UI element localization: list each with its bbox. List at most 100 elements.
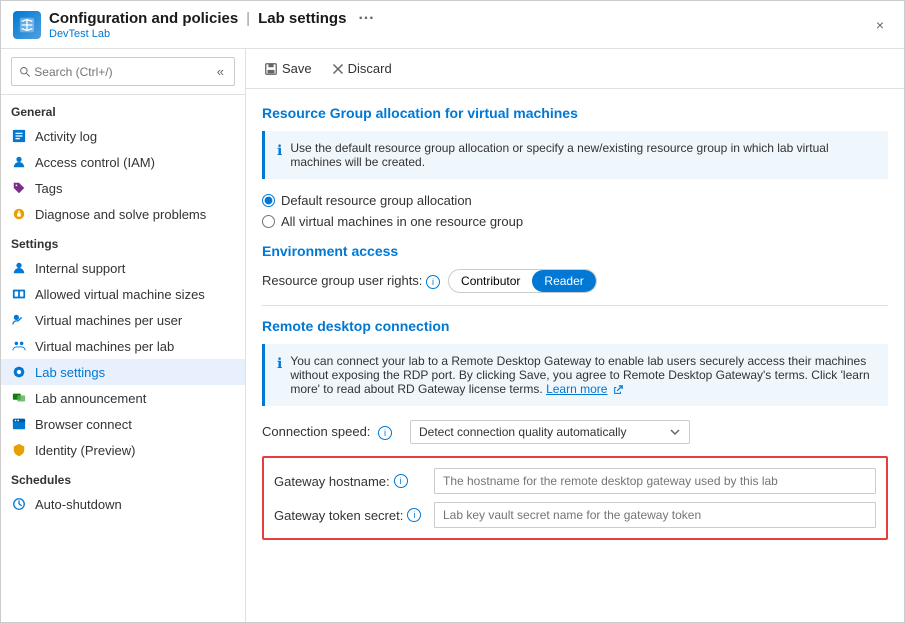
save-button[interactable]: Save <box>262 57 314 80</box>
auto-shutdown-icon <box>11 496 27 512</box>
gateway-token-label: Gateway token secret: i <box>274 508 424 523</box>
lab-settings-icon <box>11 364 27 380</box>
remote-desktop-info: ℹ You can connect your lab to a Remote D… <box>262 344 888 406</box>
sidebar-section-settings: Settings <box>1 227 245 255</box>
rights-info-icon[interactable]: i <box>426 275 440 289</box>
sidebar-label-access-control: Access control (IAM) <box>35 155 155 170</box>
internal-support-icon <box>11 260 27 276</box>
more-options-icon[interactable]: ··· <box>358 10 374 28</box>
radio-all-vms[interactable]: All virtual machines in one resource gro… <box>262 214 888 229</box>
search-icon <box>20 66 30 78</box>
radio-all-vms-input[interactable] <box>262 215 275 228</box>
sidebar-label-identity: Identity (Preview) <box>35 443 135 458</box>
save-icon <box>264 62 278 76</box>
title-separator: | <box>246 10 250 27</box>
section-divider <box>262 305 888 306</box>
content-area: Save Discard Resource Group allocation f… <box>246 49 904 622</box>
access-control-icon <box>11 154 27 170</box>
sidebar-item-identity[interactable]: Identity (Preview) <box>1 437 245 463</box>
sidebar-item-tags[interactable]: Tags <box>1 175 245 201</box>
page-title: Configuration and policies <box>49 10 238 27</box>
resource-group-rights-label: Resource group user rights: i <box>262 273 440 289</box>
sidebar-item-diagnose[interactable]: Diagnose and solve problems <box>1 201 245 227</box>
remote-info-text: You can connect your lab to a Remote Des… <box>290 354 876 396</box>
activity-log-icon <box>11 128 27 144</box>
sidebar-item-activity-log[interactable]: Activity log <box>1 123 245 149</box>
connection-speed-label: Connection speed: i <box>262 424 402 440</box>
radio-group-resource: Default resource group allocation All vi… <box>262 193 888 229</box>
browser-connect-icon <box>11 416 27 432</box>
close-button[interactable]: × <box>868 13 892 37</box>
page-content: Resource Group allocation for virtual ma… <box>246 89 904 622</box>
connection-speed-dropdown[interactable]: Detect connection quality automatically <box>410 420 690 444</box>
resource-group-title: Resource Group allocation for virtual ma… <box>262 105 888 121</box>
vms-per-lab-icon <box>11 338 27 354</box>
discard-button[interactable]: Discard <box>330 57 394 80</box>
connection-speed-value: Detect connection quality automatically <box>419 425 626 439</box>
radio-default-input[interactable] <box>262 194 275 207</box>
sidebar-item-vms-per-user[interactable]: Virtual machines per user <box>1 307 245 333</box>
vms-per-user-icon <box>11 312 27 328</box>
sidebar-label-lab-settings: Lab settings <box>35 365 105 380</box>
title-text-group: Configuration and policies | Lab setting… <box>49 10 374 40</box>
sidebar-item-internal-support[interactable]: Internal support <box>1 255 245 281</box>
sidebar-item-access-control[interactable]: Access control (IAM) <box>1 149 245 175</box>
sidebar: « General Activity log Access control (I <box>1 49 246 622</box>
vm-sizes-icon <box>11 286 27 302</box>
identity-icon <box>11 442 27 458</box>
toggle-reader[interactable]: Reader <box>532 270 595 292</box>
sidebar-label-activity-log: Activity log <box>35 129 97 144</box>
discard-icon <box>332 63 344 75</box>
search-wrap[interactable]: « <box>11 57 235 86</box>
sidebar-item-lab-announcement[interactable]: Lab announcement <box>1 385 245 411</box>
radio-all-vms-label: All virtual machines in one resource gro… <box>281 214 523 229</box>
collapse-sidebar-button[interactable]: « <box>215 62 226 81</box>
lab-announcement-icon <box>11 390 27 406</box>
resource-group-rights-row: Resource group user rights: i Contributo… <box>262 269 888 293</box>
env-access-title: Environment access <box>262 243 888 259</box>
resource-group-info: ℹ Use the default resource group allocat… <box>262 131 888 179</box>
app-subtitle: DevTest Lab <box>49 28 374 40</box>
sidebar-item-vms-per-lab[interactable]: Virtual machines per lab <box>1 333 245 359</box>
toggle-group-rights: Contributor Reader <box>448 269 597 293</box>
sidebar-item-auto-shutdown[interactable]: Auto-shutdown <box>1 491 245 517</box>
sidebar-label-browser-connect: Browser connect <box>35 417 132 432</box>
diagnose-icon <box>11 206 27 222</box>
gateway-hostname-label: Gateway hostname: i <box>274 474 424 489</box>
sidebar-item-lab-settings[interactable]: Lab settings <box>1 359 245 385</box>
sidebar-item-browser-connect[interactable]: Browser connect <box>1 411 245 437</box>
sidebar-label-diagnose: Diagnose and solve problems <box>35 207 206 222</box>
sidebar-label-vms-per-lab: Virtual machines per lab <box>35 339 174 354</box>
gateway-token-info-icon[interactable]: i <box>407 508 421 522</box>
gateway-hostname-input[interactable] <box>434 468 876 494</box>
dropdown-chevron-icon <box>669 426 681 438</box>
learn-more-link[interactable]: Learn more <box>546 382 607 396</box>
title-main: Configuration and policies | Lab setting… <box>49 10 374 28</box>
remote-desktop-title: Remote desktop connection <box>262 318 888 334</box>
sidebar-label-auto-shutdown: Auto-shutdown <box>35 497 122 512</box>
external-link-icon <box>613 385 623 395</box>
info-icon: ℹ <box>277 142 282 159</box>
tags-icon <box>11 180 27 196</box>
main-layout: « General Activity log Access control (I <box>1 49 904 622</box>
gateway-token-row: Gateway token secret: i <box>274 502 876 528</box>
search-area: « <box>1 49 245 95</box>
sidebar-section-general: General <box>1 95 245 123</box>
connection-speed-info-icon[interactable]: i <box>378 426 392 440</box>
gateway-token-input[interactable] <box>434 502 876 528</box>
sidebar-item-vm-sizes[interactable]: Allowed virtual machine sizes <box>1 281 245 307</box>
app-icon <box>13 11 41 39</box>
remote-info-icon: ℹ <box>277 355 282 372</box>
sidebar-label-lab-announcement: Lab announcement <box>35 391 146 406</box>
search-input[interactable] <box>34 65 210 79</box>
gateway-hostname-info-icon[interactable]: i <box>394 474 408 488</box>
connection-speed-row: Connection speed: i Detect connection qu… <box>262 420 888 444</box>
radio-default-allocation[interactable]: Default resource group allocation <box>262 193 888 208</box>
toggle-contributor[interactable]: Contributor <box>449 270 532 292</box>
title-bar: Configuration and policies | Lab setting… <box>1 1 904 49</box>
toolbar: Save Discard <box>246 49 904 89</box>
sidebar-label-internal-support: Internal support <box>35 261 125 276</box>
gateway-hostname-row: Gateway hostname: i <box>274 468 876 494</box>
radio-default-label: Default resource group allocation <box>281 193 472 208</box>
gateway-section: Gateway hostname: i Gateway token secret… <box>262 456 888 540</box>
